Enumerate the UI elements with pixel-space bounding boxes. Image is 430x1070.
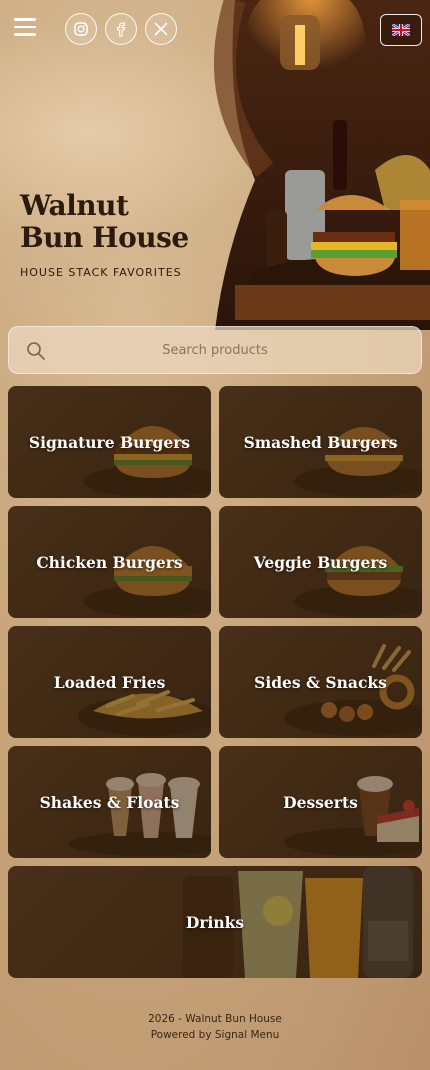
category-label: Shakes & Floats bbox=[39, 792, 180, 812]
footer-powered-by: Powered by Signal Menu bbox=[150, 1029, 280, 1041]
category-tile-veggie-burgers[interactable]: Veggie Burgers bbox=[219, 506, 422, 618]
facebook-icon[interactable] bbox=[105, 13, 137, 45]
category-label: Loaded Fries bbox=[53, 672, 166, 692]
footer-copyright: 2026 - Walnut Bun House bbox=[148, 1013, 282, 1025]
instagram-icon[interactable] bbox=[65, 13, 97, 45]
category-tile-shakes-floats[interactable]: Shakes & Floats bbox=[8, 746, 211, 858]
category-label: Desserts bbox=[283, 792, 358, 812]
search-input[interactable] bbox=[9, 327, 421, 373]
category-tile-smashed-burgers[interactable]: Smashed Burgers bbox=[219, 386, 422, 498]
hamburger-menu-icon[interactable] bbox=[14, 18, 38, 40]
category-label: Veggie Burgers bbox=[253, 552, 388, 572]
category-tile-sides-snacks[interactable]: Sides & Snacks bbox=[219, 626, 422, 738]
top-bar bbox=[0, 0, 430, 62]
search-bar bbox=[8, 326, 422, 374]
category-tile-drinks[interactable]: Drinks bbox=[8, 866, 422, 978]
category-label: Smashed Burgers bbox=[243, 432, 398, 452]
category-label: Signature Burgers bbox=[28, 432, 191, 452]
category-label: Chicken Burgers bbox=[36, 552, 183, 572]
tagline: HOUSE STACK FAVORITES bbox=[20, 266, 182, 279]
category-label: Sides & Snacks bbox=[254, 672, 387, 692]
search-icon bbox=[27, 342, 45, 360]
language-selector[interactable] bbox=[380, 14, 422, 46]
category-tile-signature-burgers[interactable]: Signature Burgers bbox=[8, 386, 211, 498]
restaurant-name-line1: Walnut bbox=[20, 189, 129, 222]
uk-flag-icon bbox=[392, 24, 410, 36]
category-tile-loaded-fries[interactable]: Loaded Fries bbox=[8, 626, 211, 738]
footer: 2026 - Walnut Bun House Powered by Signa… bbox=[0, 1011, 430, 1043]
category-label: Drinks bbox=[185, 912, 245, 932]
brand-block: Walnut Bun House HOUSE STACK FAVORITES bbox=[20, 190, 260, 280]
restaurant-name-line2: Bun House bbox=[20, 221, 189, 254]
restaurant-name: Walnut Bun House bbox=[20, 190, 260, 254]
category-tile-desserts[interactable]: Desserts bbox=[219, 746, 422, 858]
category-tile-chicken-burgers[interactable]: Chicken Burgers bbox=[8, 506, 211, 618]
x-icon[interactable] bbox=[145, 13, 177, 45]
